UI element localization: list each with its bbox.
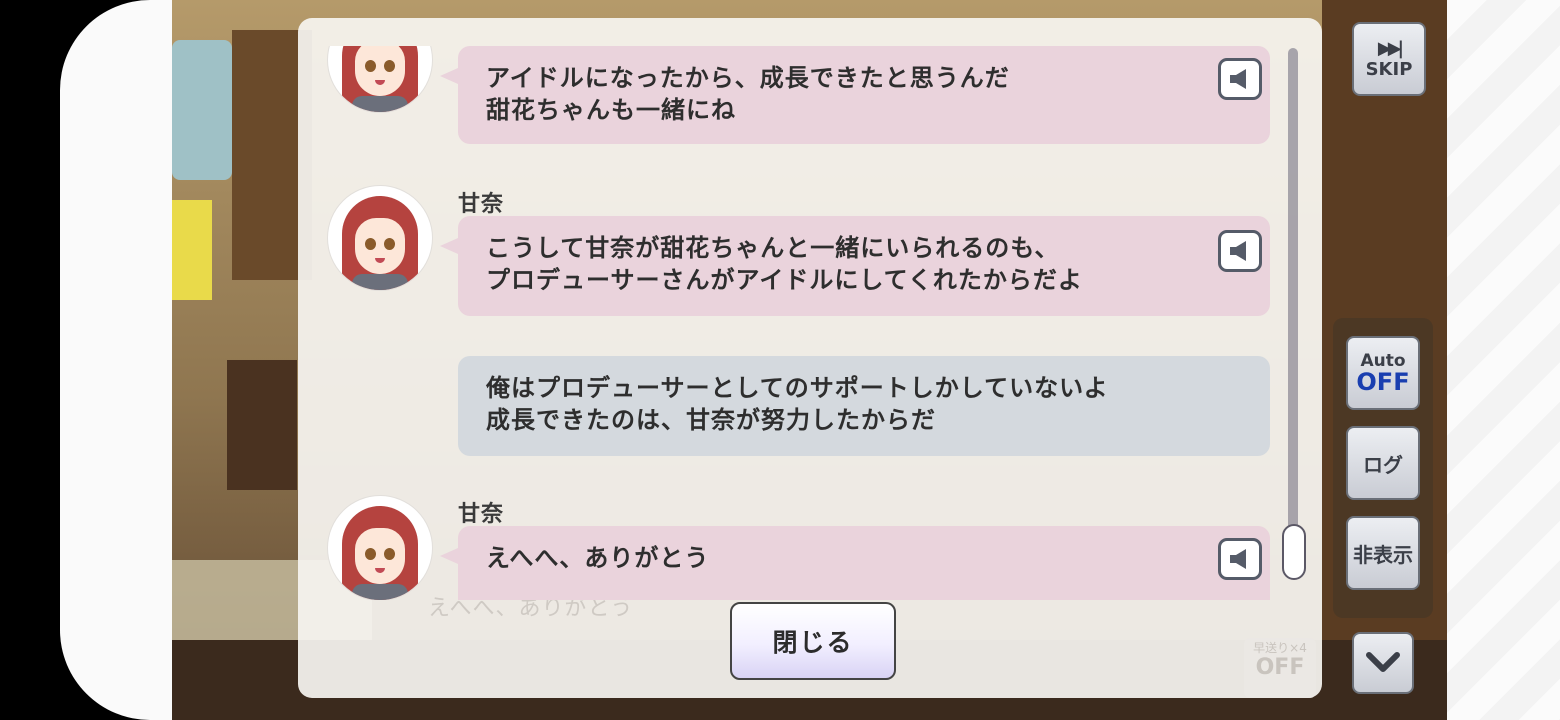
fast-forward-icon: ▶▶| [1377, 37, 1404, 59]
hanging-jacket [172, 40, 232, 180]
voice-replay-button[interactable] [1218, 58, 1262, 100]
auto-state: OFF [1356, 368, 1410, 396]
voice-replay-button[interactable] [1218, 230, 1262, 272]
skip-button[interactable]: ▶▶| SKIP [1352, 22, 1426, 96]
skip-label: SKIP [1365, 58, 1413, 80]
amana-avatar [328, 46, 432, 112]
speaker-icon [1230, 241, 1246, 261]
message-line: こうして甘奈が甜花ちゃんと一緒にいられるのも、 [486, 234, 1060, 262]
fast-forward-toggle[interactable]: 早送り×4 OFF [1244, 638, 1316, 698]
speaker-name: 甘奈 [458, 192, 505, 217]
message-line: 甜花ちゃんも一緒にね [486, 96, 736, 124]
message-line: 成長できたのは、甘奈が努力したからだ [486, 406, 936, 434]
close-button[interactable]: 閉じる [730, 602, 896, 680]
speaker-icon [1230, 549, 1246, 569]
fast-forward-label: 早送り×4 [1253, 641, 1307, 655]
bookshelf [227, 360, 297, 490]
speaker-name: 甘奈 [458, 502, 505, 527]
log-scrollbar-track[interactable] [1288, 48, 1298, 578]
hide-ui-button[interactable]: 非表示 [1346, 516, 1420, 590]
message-line: プロデューサーさんがアイドルにしてくれたからだよ [486, 266, 1083, 294]
log-scrollbar-thumb[interactable] [1282, 524, 1306, 580]
speaker-icon [1230, 69, 1246, 89]
log-scroll-area[interactable]: アイドルになったから、成長できたと思うんだ 甜花ちゃんも一緒にね 甘奈 こうして… [298, 46, 1322, 600]
fast-forward-state: OFF [1255, 655, 1305, 680]
amana-avatar [328, 186, 432, 290]
log-message: こうして甘奈が甜花ちゃんと一緒にいられるのも、 プロデューサーさんがアイドルにし… [440, 216, 1270, 316]
log-label: ログ [1363, 452, 1403, 477]
chevron-down-icon [1366, 652, 1400, 672]
auto-button[interactable]: Auto OFF [1346, 336, 1420, 410]
message-line: 俺はプロデューサーとしてのサポートしかしていないよ [486, 374, 1109, 402]
menu-collapse-button[interactable] [1352, 632, 1414, 694]
log-message: えへへ、ありがとう [440, 526, 1270, 600]
amana-avatar [328, 496, 432, 600]
message-line: アイドルになったから、成長できたと思うんだ [486, 64, 1010, 92]
log-message: アイドルになったから、成長できたと思うんだ 甜花ちゃんも一緒にね [440, 46, 1270, 144]
voice-replay-button[interactable] [1218, 538, 1262, 580]
producer-message: 俺はプロデューサーとしてのサポートしかしていないよ 成長できたのは、甘奈が努力し… [458, 356, 1270, 456]
hide-label: 非表示 [1353, 542, 1413, 567]
wall-poster [172, 200, 212, 300]
log-button[interactable]: ログ [1346, 426, 1420, 500]
dialogue-log-panel: えへへ、ありがとう 早送り×4 OFF アイドルになったから、成長できたと思うん… [298, 18, 1322, 698]
message-line: えへへ、ありがとう [486, 544, 710, 572]
device-frame-right [1447, 0, 1560, 720]
